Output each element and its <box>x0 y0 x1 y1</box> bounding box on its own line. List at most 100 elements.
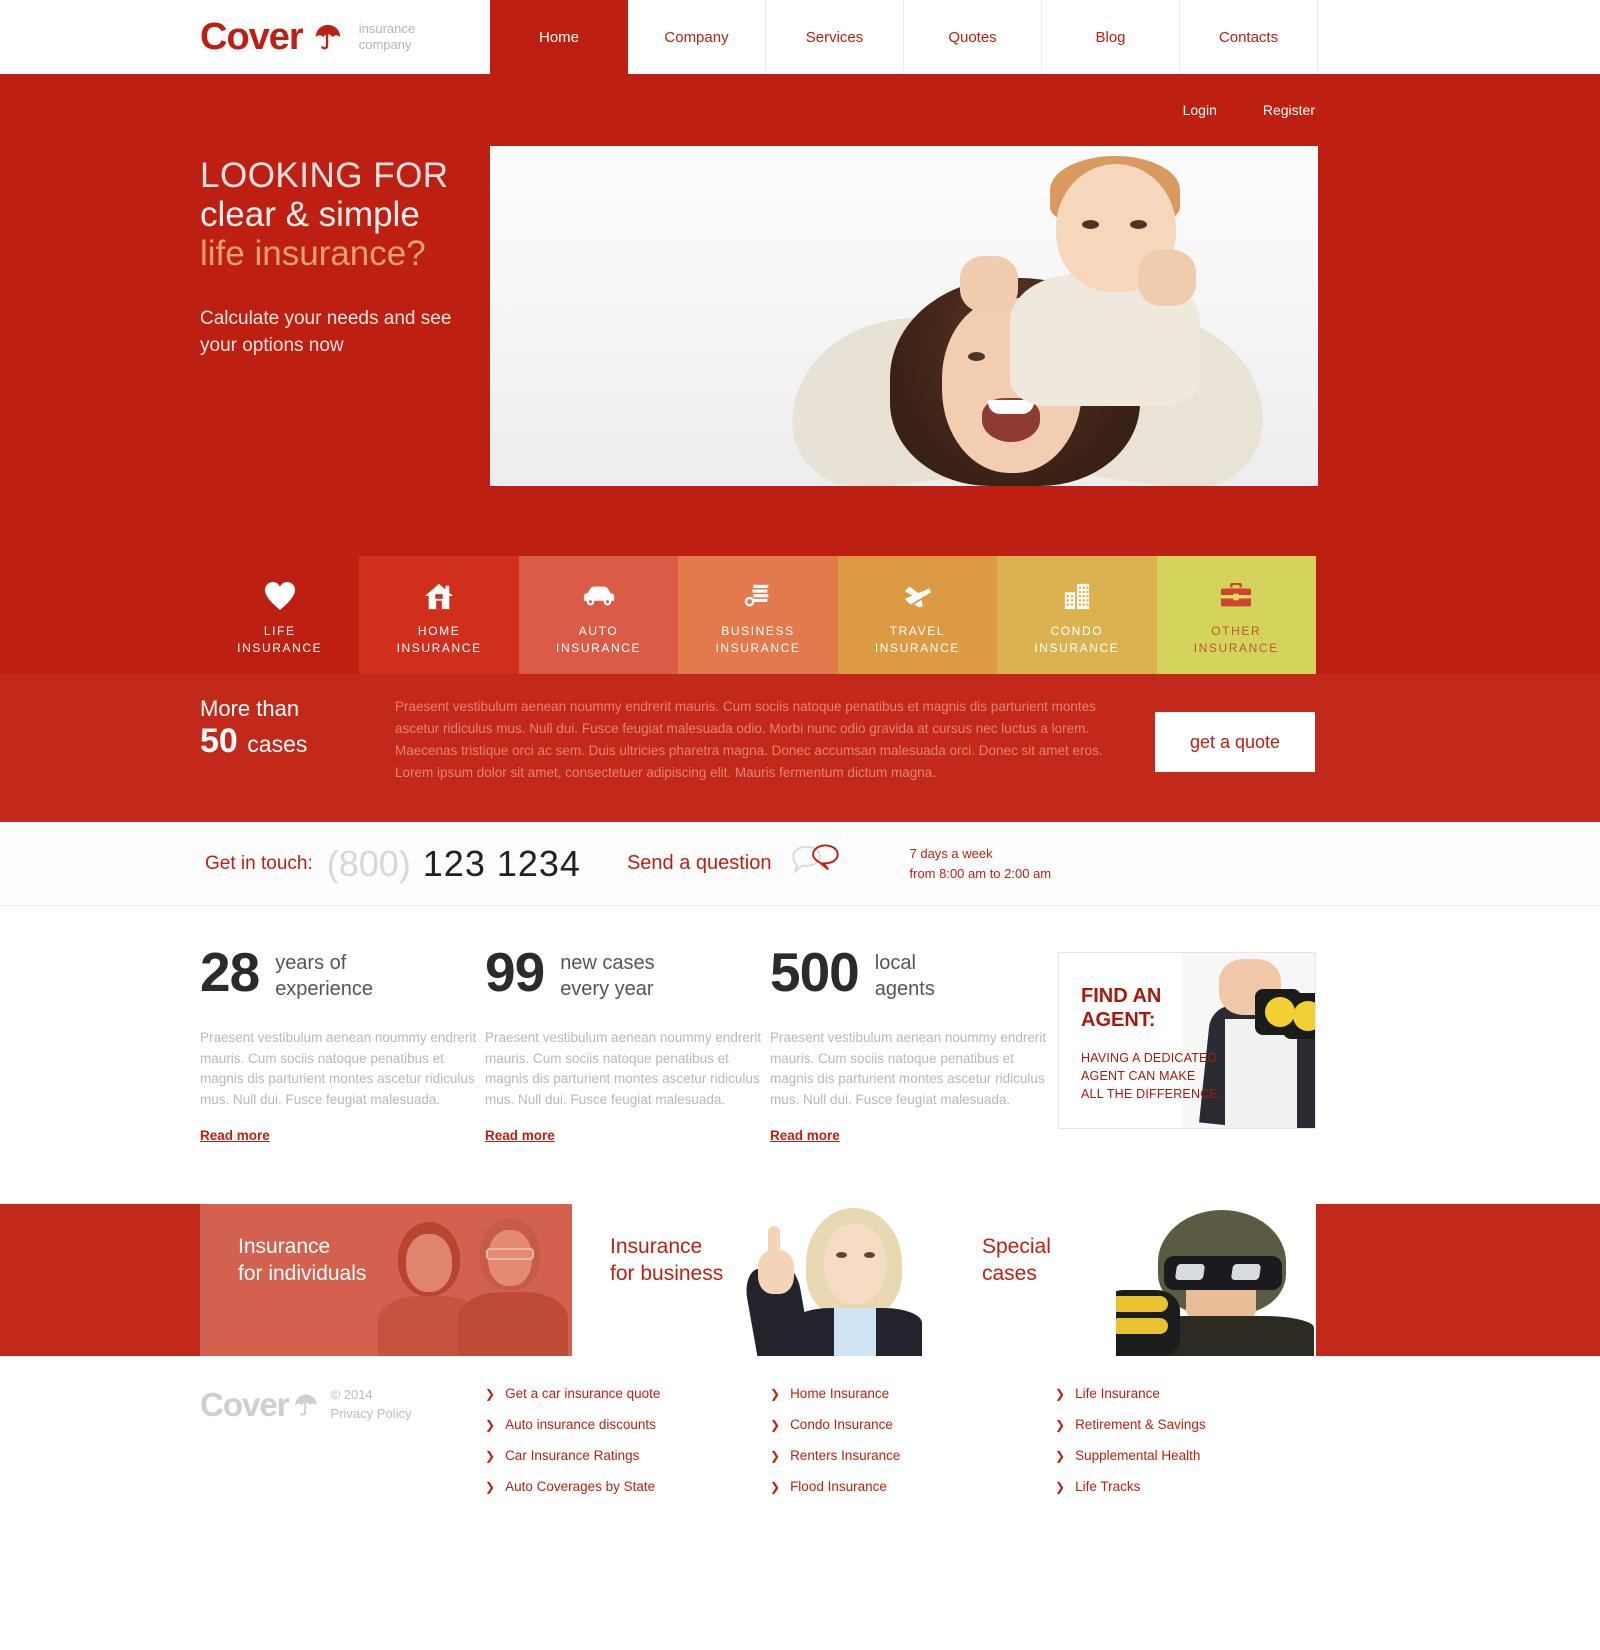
chevron-right-icon: ❯ <box>770 1449 781 1463</box>
umbrella-icon <box>313 22 343 52</box>
category-tab-other[interactable]: OTHER INSURANCE <box>1156 556 1316 674</box>
promo-card-business[interactable]: Insurance for business <box>572 1204 944 1356</box>
stat-paragraph: Praesent vestibulum aenean noummy endrer… <box>485 1030 762 1107</box>
read-more-link[interactable]: Read more <box>485 1128 555 1143</box>
promo-card-individuals[interactable]: Insurance for individuals <box>200 1204 572 1356</box>
category-tab-home-label: HOME INSURANCE <box>396 623 482 655</box>
footer-column-life: ❯ Life Insurance ❯ Retirement & Savings ❯ S… <box>1055 1386 1340 1510</box>
category-tab-business[interactable]: BUSINESS INSURANCE <box>678 556 838 674</box>
cases-band: More than 50 cases Praesent vestibulum a… <box>0 674 1600 822</box>
chevron-right-icon: ❯ <box>485 1480 496 1494</box>
footer-link[interactable]: ❯ Get a car insurance quote <box>485 1386 770 1401</box>
chevron-right-icon: ❯ <box>1055 1418 1066 1432</box>
footer-column-property: ❯ Home Insurance ❯ Condo Insurance ❯ Renter… <box>770 1386 1055 1510</box>
hero-subtext: Calculate your needs and see your option… <box>200 307 452 356</box>
business-hours: 7 days a week from 8:00 am to 2:00 am <box>910 844 1052 883</box>
category-tab-condo-label: CONDO INSURANCE <box>1034 623 1120 655</box>
category-tab-condo[interactable]: CONDO INSURANCE <box>997 556 1157 674</box>
stat-caption: new cases every year <box>560 952 655 1000</box>
stat-caption: years of experience <box>275 952 374 1000</box>
get-a-quote-button[interactable]: get a quote <box>1155 712 1315 772</box>
money-stack-icon <box>744 579 772 613</box>
airplane-icon <box>901 579 933 613</box>
auth-links: Login Register <box>0 74 1600 118</box>
send-a-question-link[interactable]: Send a question <box>627 852 772 875</box>
buildings-icon <box>1063 579 1091 613</box>
promo-card-special-cases-label: Special cases <box>982 1235 1051 1285</box>
promo-card-individuals-label: Insurance for individuals <box>238 1235 367 1285</box>
chevron-right-icon: ❯ <box>485 1418 496 1432</box>
category-tab-home[interactable]: HOME INSURANCE <box>359 556 519 674</box>
brand-tagline: insurance company <box>359 21 415 54</box>
stat-paragraph: Praesent vestibulum aenean noummy endrer… <box>200 1030 477 1107</box>
cases-paragraph: Praesent vestibulum aenean noummy endrer… <box>395 699 1103 780</box>
register-link[interactable]: Register <box>1263 102 1315 118</box>
chevron-right-icon: ❯ <box>1055 1480 1066 1494</box>
footer-link[interactable]: ❯ Car Insurance Ratings <box>485 1448 770 1463</box>
businesswoman-photo <box>744 1204 944 1356</box>
insurance-category-tabs: LIFE INSURANCE HOME INSURANCE AUTO INSUR… <box>200 556 1316 674</box>
footer-meta: © 2014 Privacy Policy <box>331 1386 412 1424</box>
category-tab-life[interactable]: LIFE INSURANCE <box>200 556 360 674</box>
nav-item-quotes[interactable]: Quotes <box>904 0 1042 74</box>
nav-item-contacts[interactable]: Contacts <box>1180 0 1318 74</box>
footer-link[interactable]: ❯ Auto Coverages by State <box>485 1479 770 1494</box>
footer-link[interactable]: ❯ Supplemental Health <box>1055 1448 1340 1463</box>
find-an-agent-title: FIND AN AGENT: <box>1081 985 1162 1031</box>
hours-line2: from 8:00 am to 2:00 am <box>909 865 1052 881</box>
car-icon <box>582 579 616 613</box>
nav-item-services[interactable]: Services <box>766 0 904 74</box>
category-tab-auto[interactable]: AUTO INSURANCE <box>518 556 679 674</box>
footer-link[interactable]: ❯ Auto insurance discounts <box>485 1417 770 1432</box>
promo-card-special-cases[interactable]: Special cases <box>944 1204 1316 1356</box>
stat-card-experience: 28 years of experience Praesent vestibulu… <box>200 941 485 1145</box>
chevron-right-icon: ❯ <box>1055 1449 1066 1463</box>
site-header: Cover insurance company Home Company Ser… <box>0 0 1600 74</box>
footer-link[interactable]: ❯ Life Tracks <box>1055 1479 1340 1494</box>
phone-area-code: (800) <box>326 842 411 884</box>
footer-link[interactable]: ❯ Condo Insurance <box>770 1417 1055 1432</box>
nav-item-blog[interactable]: Blog <box>1042 0 1180 74</box>
category-tab-travel[interactable]: TRAVEL INSURANCE <box>837 556 998 674</box>
stat-number: 28 <box>200 941 260 1003</box>
brand-logo[interactable]: Cover insurance company <box>0 0 490 74</box>
contact-bar: Get in touch: (800) 123 1234 Send a ques… <box>0 822 1600 906</box>
brand-tagline-line1: insurance <box>358 20 416 36</box>
site-footer: Cover © 2014 Privacy Policy ❯ Get a car i… <box>0 1356 1600 1650</box>
category-tab-travel-label: TRAVEL INSURANCE <box>874 623 960 655</box>
footer-link[interactable]: ❯ Flood Insurance <box>770 1479 1055 1494</box>
chevron-right-icon: ❯ <box>485 1387 496 1401</box>
hero-body: LOOKING FOR clear & simple life insuranc… <box>0 118 1600 486</box>
chevron-right-icon: ❯ <box>485 1449 496 1463</box>
speech-bubble-icon[interactable] <box>790 844 840 883</box>
umbrella-icon <box>293 1392 319 1418</box>
cases-counter: More than 50 cases <box>200 696 395 761</box>
footer-link[interactable]: ❯ Retirement & Savings <box>1055 1417 1340 1432</box>
read-more-link[interactable]: Read more <box>770 1128 840 1143</box>
briefcase-icon <box>1220 579 1252 613</box>
footer-column-auto: ❯ Get a car insurance quote ❯ Auto insuran… <box>485 1386 770 1510</box>
stats-section: 28 years of experience Praesent vestibulu… <box>0 906 1600 1196</box>
read-more-link[interactable]: Read more <box>200 1128 270 1143</box>
find-an-agent-box[interactable]: FIND AN AGENT: HAVING A DEDICATED AGENT C… <box>1058 952 1316 1129</box>
footer-link[interactable]: ❯ Renters Insurance <box>770 1448 1055 1463</box>
cases-number: 50 <box>200 722 238 761</box>
hero-photo-mother-and-baby <box>490 146 1318 486</box>
heart-icon <box>264 579 296 613</box>
nav-item-company[interactable]: Company <box>628 0 766 74</box>
house-icon <box>424 579 454 613</box>
stat-caption: local agents <box>874 952 935 1000</box>
category-tab-business-label: BUSINESS INSURANCE <box>715 623 801 655</box>
brand-name: Cover <box>200 16 304 58</box>
footer-link[interactable]: ❯ Home Insurance <box>770 1386 1055 1401</box>
promo-left-spacer <box>0 1204 200 1356</box>
footer-brand: Cover © 2014 Privacy Policy <box>200 1386 485 1510</box>
footer-privacy-policy-link[interactable]: Privacy Policy <box>331 1406 412 1421</box>
stat-number: 500 <box>770 941 860 1003</box>
footer-link[interactable]: ❯ Life Insurance <box>1055 1386 1340 1401</box>
chevron-right-icon: ❯ <box>770 1387 781 1401</box>
find-an-agent-subtitle: HAVING A DEDICATED AGENT CAN MAKE ALL TH… <box>1081 1051 1222 1102</box>
login-link[interactable]: Login <box>1183 102 1217 118</box>
nav-item-home[interactable]: Home <box>490 0 628 74</box>
hero-copy: LOOKING FOR clear & simple life insuranc… <box>200 146 490 486</box>
